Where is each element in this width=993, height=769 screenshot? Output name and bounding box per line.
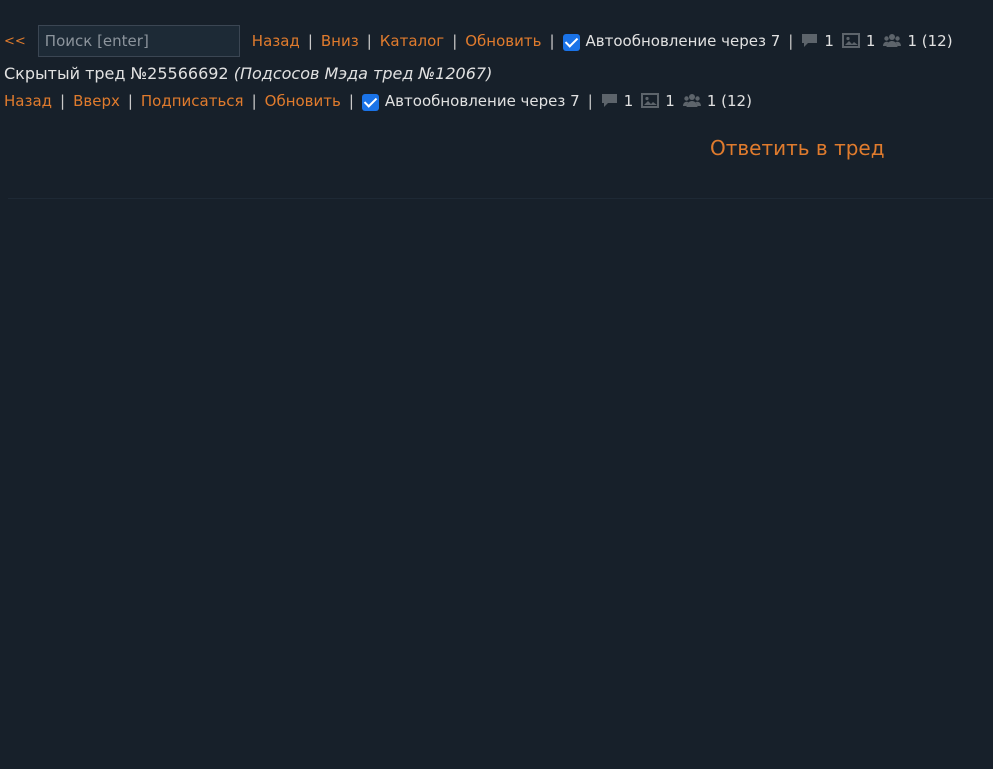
posts-count: 1 — [824, 32, 834, 50]
search-input[interactable] — [37, 25, 240, 57]
top-bar: << Назад | Вниз | Каталог | Обновить | А… — [4, 25, 953, 57]
reply-to-thread-link[interactable]: Ответить в тред — [710, 136, 885, 160]
separator: | — [452, 32, 458, 50]
catalog-link[interactable]: Каталог — [380, 32, 444, 50]
refresh-link[interactable]: Обновить — [265, 92, 341, 110]
refresh-link[interactable]: Обновить — [465, 32, 541, 50]
autoupdate-label: Автообновление через 7 — [384, 92, 580, 110]
autoupdate-checkbox[interactable] — [361, 93, 379, 111]
thread-title: Скрытый тред №25566692 (Подсосов Мэда тр… — [4, 64, 492, 83]
images-count: 1 — [665, 92, 675, 110]
posters-stat: 1 (12) — [883, 32, 953, 52]
back-arrows-link[interactable]: << — [4, 34, 26, 49]
images-stat: 1 — [841, 32, 884, 52]
separator: | — [60, 92, 66, 110]
hidden-thread-label: Скрытый тред №25566692 — [4, 64, 229, 83]
divider — [8, 198, 993, 199]
subscribe-link[interactable]: Подписаться — [141, 92, 244, 110]
down-link[interactable]: Вниз — [321, 32, 359, 50]
comment-icon — [601, 93, 618, 112]
image-icon — [841, 32, 860, 52]
posts-stat: 1 — [601, 92, 642, 111]
back-link[interactable]: Назад — [252, 32, 300, 50]
up-link[interactable]: Вверх — [73, 92, 120, 110]
autoupdate-label: Автообновление через 7 — [585, 32, 781, 50]
posters-count: 1 (12) — [706, 92, 752, 110]
separator: | — [348, 92, 354, 110]
posts-stat: 1 — [801, 32, 842, 51]
separator: | — [587, 92, 593, 110]
separator: | — [127, 92, 133, 110]
users-icon — [883, 33, 902, 52]
posters-stat: 1 (12) — [682, 92, 752, 112]
image-icon — [641, 92, 660, 112]
separator: | — [788, 32, 794, 50]
images-stat: 1 — [641, 92, 683, 111]
posters-count: 1 (12) — [907, 32, 953, 50]
separator: | — [307, 32, 313, 50]
top-nav: Назад | Вниз | Каталог | Обновить | Авто… — [252, 32, 953, 51]
separator: | — [251, 92, 257, 110]
separator: | — [549, 32, 555, 50]
posts-count: 1 — [623, 92, 634, 110]
separator: | — [366, 32, 372, 50]
back-link[interactable]: Назад — [4, 92, 52, 110]
comment-icon — [801, 33, 818, 52]
users-icon — [682, 93, 701, 112]
page: << Назад | Вниз | Каталог | Обновить | А… — [0, 0, 993, 769]
images-count: 1 — [865, 32, 876, 50]
thread-subject: (Подсосов Мэда тред №12067) — [233, 64, 493, 83]
autoupdate-checkbox[interactable] — [562, 33, 580, 51]
thread-nav: Назад | Вверх | Подписаться | Обновить |… — [4, 88, 752, 114]
